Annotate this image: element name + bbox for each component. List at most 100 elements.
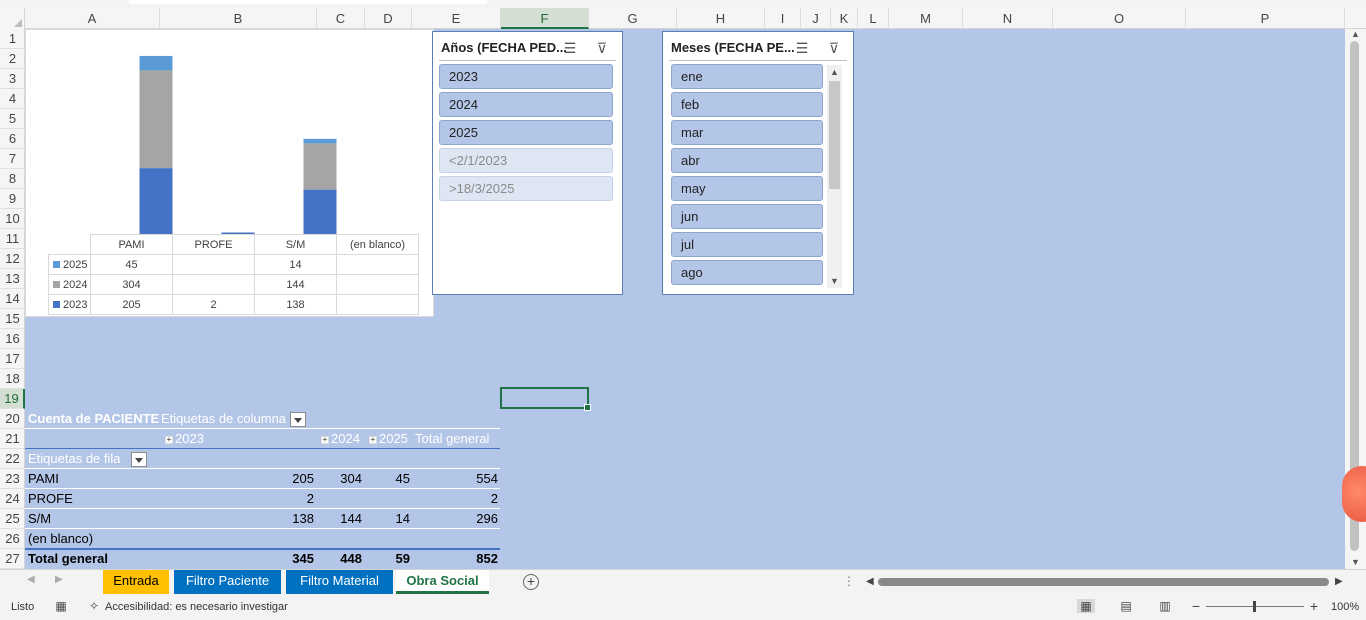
slicer-years[interactable]: Años (FECHA PED... ☰ ⊽ 2023 2024 2025 <2/1/… <box>432 31 623 295</box>
accessibility-icon[interactable]: ✧ <box>86 599 102 613</box>
column-header[interactable]: B <box>160 8 317 29</box>
page-layout-icon[interactable]: ▤ <box>1118 599 1134 613</box>
column-header[interactable]: K <box>831 8 858 29</box>
row-header[interactable]: 15 <box>0 309 25 329</box>
row-header[interactable]: 11 <box>0 229 25 249</box>
next-sheet-icon[interactable]: ▶ <box>55 574 63 585</box>
sheet-tab-entrada[interactable]: Entrada <box>103 570 169 594</box>
slicer-item[interactable]: >18/3/2025 <box>439 176 613 201</box>
pivot-row-label[interactable]: (en blanco) <box>28 529 178 549</box>
row-header[interactable]: 6 <box>0 129 25 149</box>
zoom-slider-thumb[interactable] <box>1253 601 1256 612</box>
pivot-row-label[interactable]: S/M <box>28 509 178 529</box>
sheet-tab-obra-social[interactable]: Obra Social <box>396 570 489 594</box>
tab-splitter-icon[interactable]: ⋮ <box>843 574 855 588</box>
column-header[interactable]: A <box>25 8 160 29</box>
horizontal-scrollbar[interactable]: ◀ ▶ <box>866 575 1346 589</box>
chart-bar-segment[interactable] <box>139 70 173 169</box>
slicer-item[interactable]: may <box>671 176 823 201</box>
slicer-item[interactable]: ago <box>671 260 823 285</box>
column-header[interactable]: J <box>801 8 831 29</box>
row-header[interactable]: 17 <box>0 349 25 369</box>
row-header[interactable]: 4 <box>0 89 25 109</box>
row-header[interactable]: 1 <box>0 29 25 49</box>
row-header[interactable]: 12 <box>0 249 25 269</box>
page-break-view-icon[interactable]: ▥ <box>1157 599 1173 613</box>
row-header[interactable]: 9 <box>0 189 25 209</box>
pivot-row-labels[interactable]: Etiquetas de fila <box>28 449 147 469</box>
row-header[interactable]: 21 <box>0 429 25 449</box>
row-filter-dropdown-icon[interactable] <box>130 452 147 468</box>
row-header[interactable]: 16 <box>0 329 25 349</box>
pivot-column-labels[interactable]: Etiquetas de columna <box>161 409 307 429</box>
row-header[interactable]: 13 <box>0 269 25 289</box>
row-header[interactable]: 3 <box>0 69 25 89</box>
selected-cell[interactable] <box>500 387 591 411</box>
row-header[interactable]: 26 <box>0 529 25 549</box>
pivot-year-header[interactable]: +2025 <box>369 429 408 449</box>
column-header[interactable]: P <box>1186 8 1345 29</box>
column-header[interactable]: L <box>858 8 889 29</box>
slicer-item[interactable]: abr <box>671 148 823 173</box>
slicer-item[interactable]: <2/1/2023 <box>439 148 613 173</box>
slicer-months[interactable]: Meses (FECHA PE... ☰ ⊽ ene feb mar abr may ju… <box>662 31 854 295</box>
chart-bar-segment[interactable] <box>303 143 337 190</box>
column-header[interactable]: O <box>1053 8 1186 29</box>
column-header[interactable]: E <box>412 8 501 29</box>
select-all-corner[interactable] <box>0 8 25 29</box>
multi-select-icon[interactable]: ☰ <box>792 38 812 58</box>
row-header[interactable]: 22 <box>0 449 25 469</box>
column-header[interactable]: M <box>889 8 963 29</box>
column-header[interactable]: C <box>317 8 365 29</box>
row-header[interactable]: 24 <box>0 489 25 509</box>
column-filter-dropdown-icon[interactable] <box>290 412 307 428</box>
row-header[interactable]: 20 <box>0 409 25 429</box>
clear-filter-icon[interactable]: ⊽ <box>824 38 844 58</box>
pivot-row-label[interactable]: PAMI <box>28 469 178 489</box>
row-header[interactable]: 8 <box>0 169 25 189</box>
sheet-tab-filtro-paciente[interactable]: Filtro Paciente <box>174 570 281 594</box>
chart-bar-segment[interactable] <box>139 168 173 234</box>
scroll-down-icon[interactable]: ▼ <box>827 274 842 288</box>
floating-assistant-orb[interactable] <box>1342 466 1366 522</box>
slicer-item[interactable]: 2024 <box>439 92 613 117</box>
zoom-in-icon[interactable]: + <box>1306 599 1322 613</box>
column-header[interactable]: H <box>677 8 765 29</box>
prev-sheet-icon[interactable]: ◀ <box>27 574 35 585</box>
normal-view-icon[interactable]: ▦ <box>1077 599 1095 613</box>
multi-select-icon[interactable]: ☰ <box>560 38 580 58</box>
column-header[interactable]: G <box>589 8 677 29</box>
chart-bar-segment[interactable] <box>303 189 337 234</box>
slicer-scrollbar[interactable]: ▲ ▼ <box>827 65 842 288</box>
column-header[interactable]: D <box>365 8 412 29</box>
expand-icon[interactable]: + <box>165 435 173 444</box>
slicer-item[interactable]: jul <box>671 232 823 257</box>
row-header[interactable]: 7 <box>0 149 25 169</box>
chart-bar-segment[interactable] <box>139 55 173 71</box>
stacked-bar-chart[interactable]: PAMI PROFE S/M (en blanco) 2025 45 14 2024 3… <box>25 29 434 317</box>
row-header[interactable]: 5 <box>0 109 25 129</box>
zoom-out-icon[interactable]: − <box>1188 599 1204 613</box>
expand-icon[interactable]: + <box>321 435 329 444</box>
expand-icon[interactable]: + <box>369 435 377 444</box>
zoom-level[interactable]: 100% <box>1331 601 1359 613</box>
slicer-item[interactable]: mar <box>671 120 823 145</box>
worksheet-grid[interactable]: PAMI PROFE S/M (en blanco) 2025 45 14 2024 3… <box>25 29 1345 569</box>
pivot-year-header[interactable]: +2023 <box>165 429 204 449</box>
pivot-row-label[interactable]: PROFE <box>28 489 178 509</box>
macro-record-icon[interactable]: ▦ <box>53 599 69 613</box>
scroll-right-icon[interactable]: ▶ <box>1335 576 1343 587</box>
column-header[interactable]: N <box>963 8 1053 29</box>
slicer-item[interactable]: ene <box>671 64 823 89</box>
scroll-up-icon[interactable]: ▲ <box>1345 29 1366 41</box>
slicer-item[interactable]: 2023 <box>439 64 613 89</box>
scroll-down-icon[interactable]: ▼ <box>1345 557 1366 569</box>
row-header[interactable]: 23 <box>0 469 25 489</box>
chart-bar-segment[interactable] <box>303 138 337 144</box>
scroll-left-icon[interactable]: ◀ <box>866 576 874 587</box>
row-header-active[interactable]: 19 <box>0 389 25 409</box>
row-header[interactable]: 18 <box>0 369 25 389</box>
slicer-item[interactable]: jun <box>671 204 823 229</box>
sheet-tab-filtro-material[interactable]: Filtro Material <box>286 570 393 594</box>
slicer-item[interactable]: feb <box>671 92 823 117</box>
